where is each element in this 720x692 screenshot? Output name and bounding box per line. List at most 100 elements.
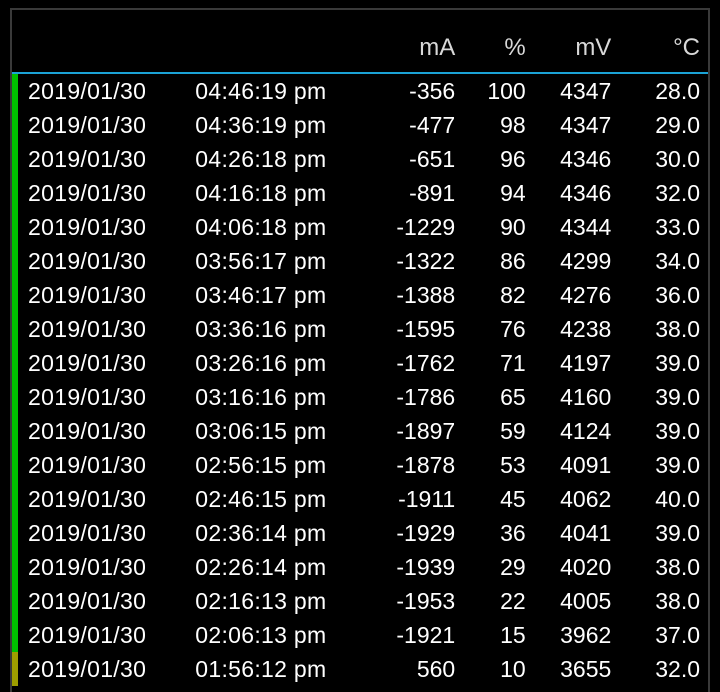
cell-ma: -891 xyxy=(373,176,464,210)
status-marker xyxy=(12,210,20,244)
cell-time: 04:06:18 pm xyxy=(191,210,372,244)
cell-date: 2019/01/30 xyxy=(20,73,191,108)
cell-date: 2019/01/30 xyxy=(20,244,191,278)
cell-mv: 3655 xyxy=(534,652,620,686)
table-row[interactable]: 2019/01/3004:16:18 pm-89194434632.0 xyxy=(12,176,708,210)
cell-date: 2019/01/30 xyxy=(20,346,191,380)
cell-date: 2019/01/30 xyxy=(20,176,191,210)
cell-percent: 65 xyxy=(463,380,534,414)
cell-mv: 4160 xyxy=(534,380,620,414)
log-panel: mA % mV °C 2019/01/3004:46:19 pm-3561004… xyxy=(10,8,710,692)
cell-ma: -1953 xyxy=(373,584,464,618)
cell-date: 2019/01/30 xyxy=(20,142,191,176)
status-marker xyxy=(12,380,20,414)
cell-ma: -1921 xyxy=(373,618,464,652)
cell-time: 03:56:17 pm xyxy=(191,244,372,278)
cell-time: 02:36:14 pm xyxy=(191,516,372,550)
cell-ma: -1878 xyxy=(373,448,464,482)
cell-date: 2019/01/30 xyxy=(20,108,191,142)
status-marker xyxy=(12,652,20,686)
cell-ma: -651 xyxy=(373,142,464,176)
cell-ma: -1786 xyxy=(373,380,464,414)
cell-temp: 38.0 xyxy=(619,584,708,618)
cell-time: 02:16:13 pm xyxy=(191,584,372,618)
header-mv: mV xyxy=(534,28,620,73)
cell-mv: 4020 xyxy=(534,550,620,584)
table-row[interactable]: 2019/01/3004:36:19 pm-47798434729.0 xyxy=(12,108,708,142)
table-row[interactable]: 2019/01/3002:46:15 pm-191145406240.0 xyxy=(12,482,708,516)
cell-temp: 39.0 xyxy=(619,516,708,550)
cell-mv: 4124 xyxy=(534,414,620,448)
status-marker xyxy=(12,618,20,652)
cell-ma: -1939 xyxy=(373,550,464,584)
table-row[interactable]: 2019/01/3003:26:16 pm-176271419739.0 xyxy=(12,346,708,380)
cell-temp: 32.0 xyxy=(619,652,708,686)
cell-percent: 15 xyxy=(463,618,534,652)
cell-date: 2019/01/30 xyxy=(20,448,191,482)
table-row[interactable]: 2019/01/3002:06:13 pm-192115396237.0 xyxy=(12,618,708,652)
cell-mv: 4091 xyxy=(534,448,620,482)
table-row[interactable]: 2019/01/3002:56:15 pm-187853409139.0 xyxy=(12,448,708,482)
cell-ma: -1911 xyxy=(373,482,464,516)
status-marker xyxy=(12,516,20,550)
cell-percent: 76 xyxy=(463,312,534,346)
cell-time: 04:26:18 pm xyxy=(191,142,372,176)
cell-mv: 4062 xyxy=(534,482,620,516)
cell-ma: -1897 xyxy=(373,414,464,448)
cell-ma: -1595 xyxy=(373,312,464,346)
table-row[interactable]: 2019/01/3004:26:18 pm-65196434630.0 xyxy=(12,142,708,176)
status-marker xyxy=(12,142,20,176)
cell-date: 2019/01/30 xyxy=(20,482,191,516)
cell-percent: 86 xyxy=(463,244,534,278)
cell-ma: -1322 xyxy=(373,244,464,278)
cell-percent: 98 xyxy=(463,108,534,142)
cell-temp: 39.0 xyxy=(619,380,708,414)
cell-percent: 36 xyxy=(463,516,534,550)
status-marker xyxy=(12,414,20,448)
status-marker xyxy=(12,244,20,278)
cell-time: 02:06:13 pm xyxy=(191,618,372,652)
table-row[interactable]: 2019/01/3003:06:15 pm-189759412439.0 xyxy=(12,414,708,448)
table-row[interactable]: 2019/01/3003:46:17 pm-138882427636.0 xyxy=(12,278,708,312)
cell-date: 2019/01/30 xyxy=(20,380,191,414)
cell-date: 2019/01/30 xyxy=(20,278,191,312)
table-row[interactable]: 2019/01/3002:36:14 pm-192936404139.0 xyxy=(12,516,708,550)
status-marker xyxy=(12,108,20,142)
table-row[interactable]: 2019/01/3002:26:14 pm-193929402038.0 xyxy=(12,550,708,584)
table-row[interactable]: 2019/01/3004:06:18 pm-122990434433.0 xyxy=(12,210,708,244)
status-marker xyxy=(12,278,20,312)
status-marker xyxy=(12,448,20,482)
cell-date: 2019/01/30 xyxy=(20,210,191,244)
cell-temp: 30.0 xyxy=(619,142,708,176)
cell-temp: 36.0 xyxy=(619,278,708,312)
table-row[interactable]: 2019/01/3003:16:16 pm-178665416039.0 xyxy=(12,380,708,414)
status-marker xyxy=(12,550,20,584)
cell-temp: 40.0 xyxy=(619,482,708,516)
cell-mv: 4238 xyxy=(534,312,620,346)
cell-temp: 39.0 xyxy=(619,448,708,482)
table-row[interactable]: 2019/01/3004:46:19 pm-356100434728.0 xyxy=(12,73,708,108)
status-marker xyxy=(12,346,20,380)
table-row[interactable]: 2019/01/3003:56:17 pm-132286429934.0 xyxy=(12,244,708,278)
cell-mv: 4347 xyxy=(534,73,620,108)
table-row[interactable]: 2019/01/3001:56:12 pm56010365532.0 xyxy=(12,652,708,686)
battery-log-table[interactable]: mA % mV °C 2019/01/3004:46:19 pm-3561004… xyxy=(12,28,708,686)
cell-temp: 29.0 xyxy=(619,108,708,142)
cell-time: 04:46:19 pm xyxy=(191,73,372,108)
cell-date: 2019/01/30 xyxy=(20,516,191,550)
cell-date: 2019/01/30 xyxy=(20,652,191,686)
cell-percent: 96 xyxy=(463,142,534,176)
status-marker xyxy=(12,584,20,618)
cell-percent: 10 xyxy=(463,652,534,686)
table-row[interactable]: 2019/01/3002:16:13 pm-195322400538.0 xyxy=(12,584,708,618)
cell-time: 04:36:19 pm xyxy=(191,108,372,142)
cell-date: 2019/01/30 xyxy=(20,618,191,652)
cell-ma: 560 xyxy=(373,652,464,686)
status-marker xyxy=(12,73,20,108)
cell-date: 2019/01/30 xyxy=(20,414,191,448)
table-row[interactable]: 2019/01/3003:36:16 pm-159576423838.0 xyxy=(12,312,708,346)
header-blank xyxy=(12,28,373,73)
cell-percent: 29 xyxy=(463,550,534,584)
cell-mv: 4197 xyxy=(534,346,620,380)
cell-ma: -1762 xyxy=(373,346,464,380)
